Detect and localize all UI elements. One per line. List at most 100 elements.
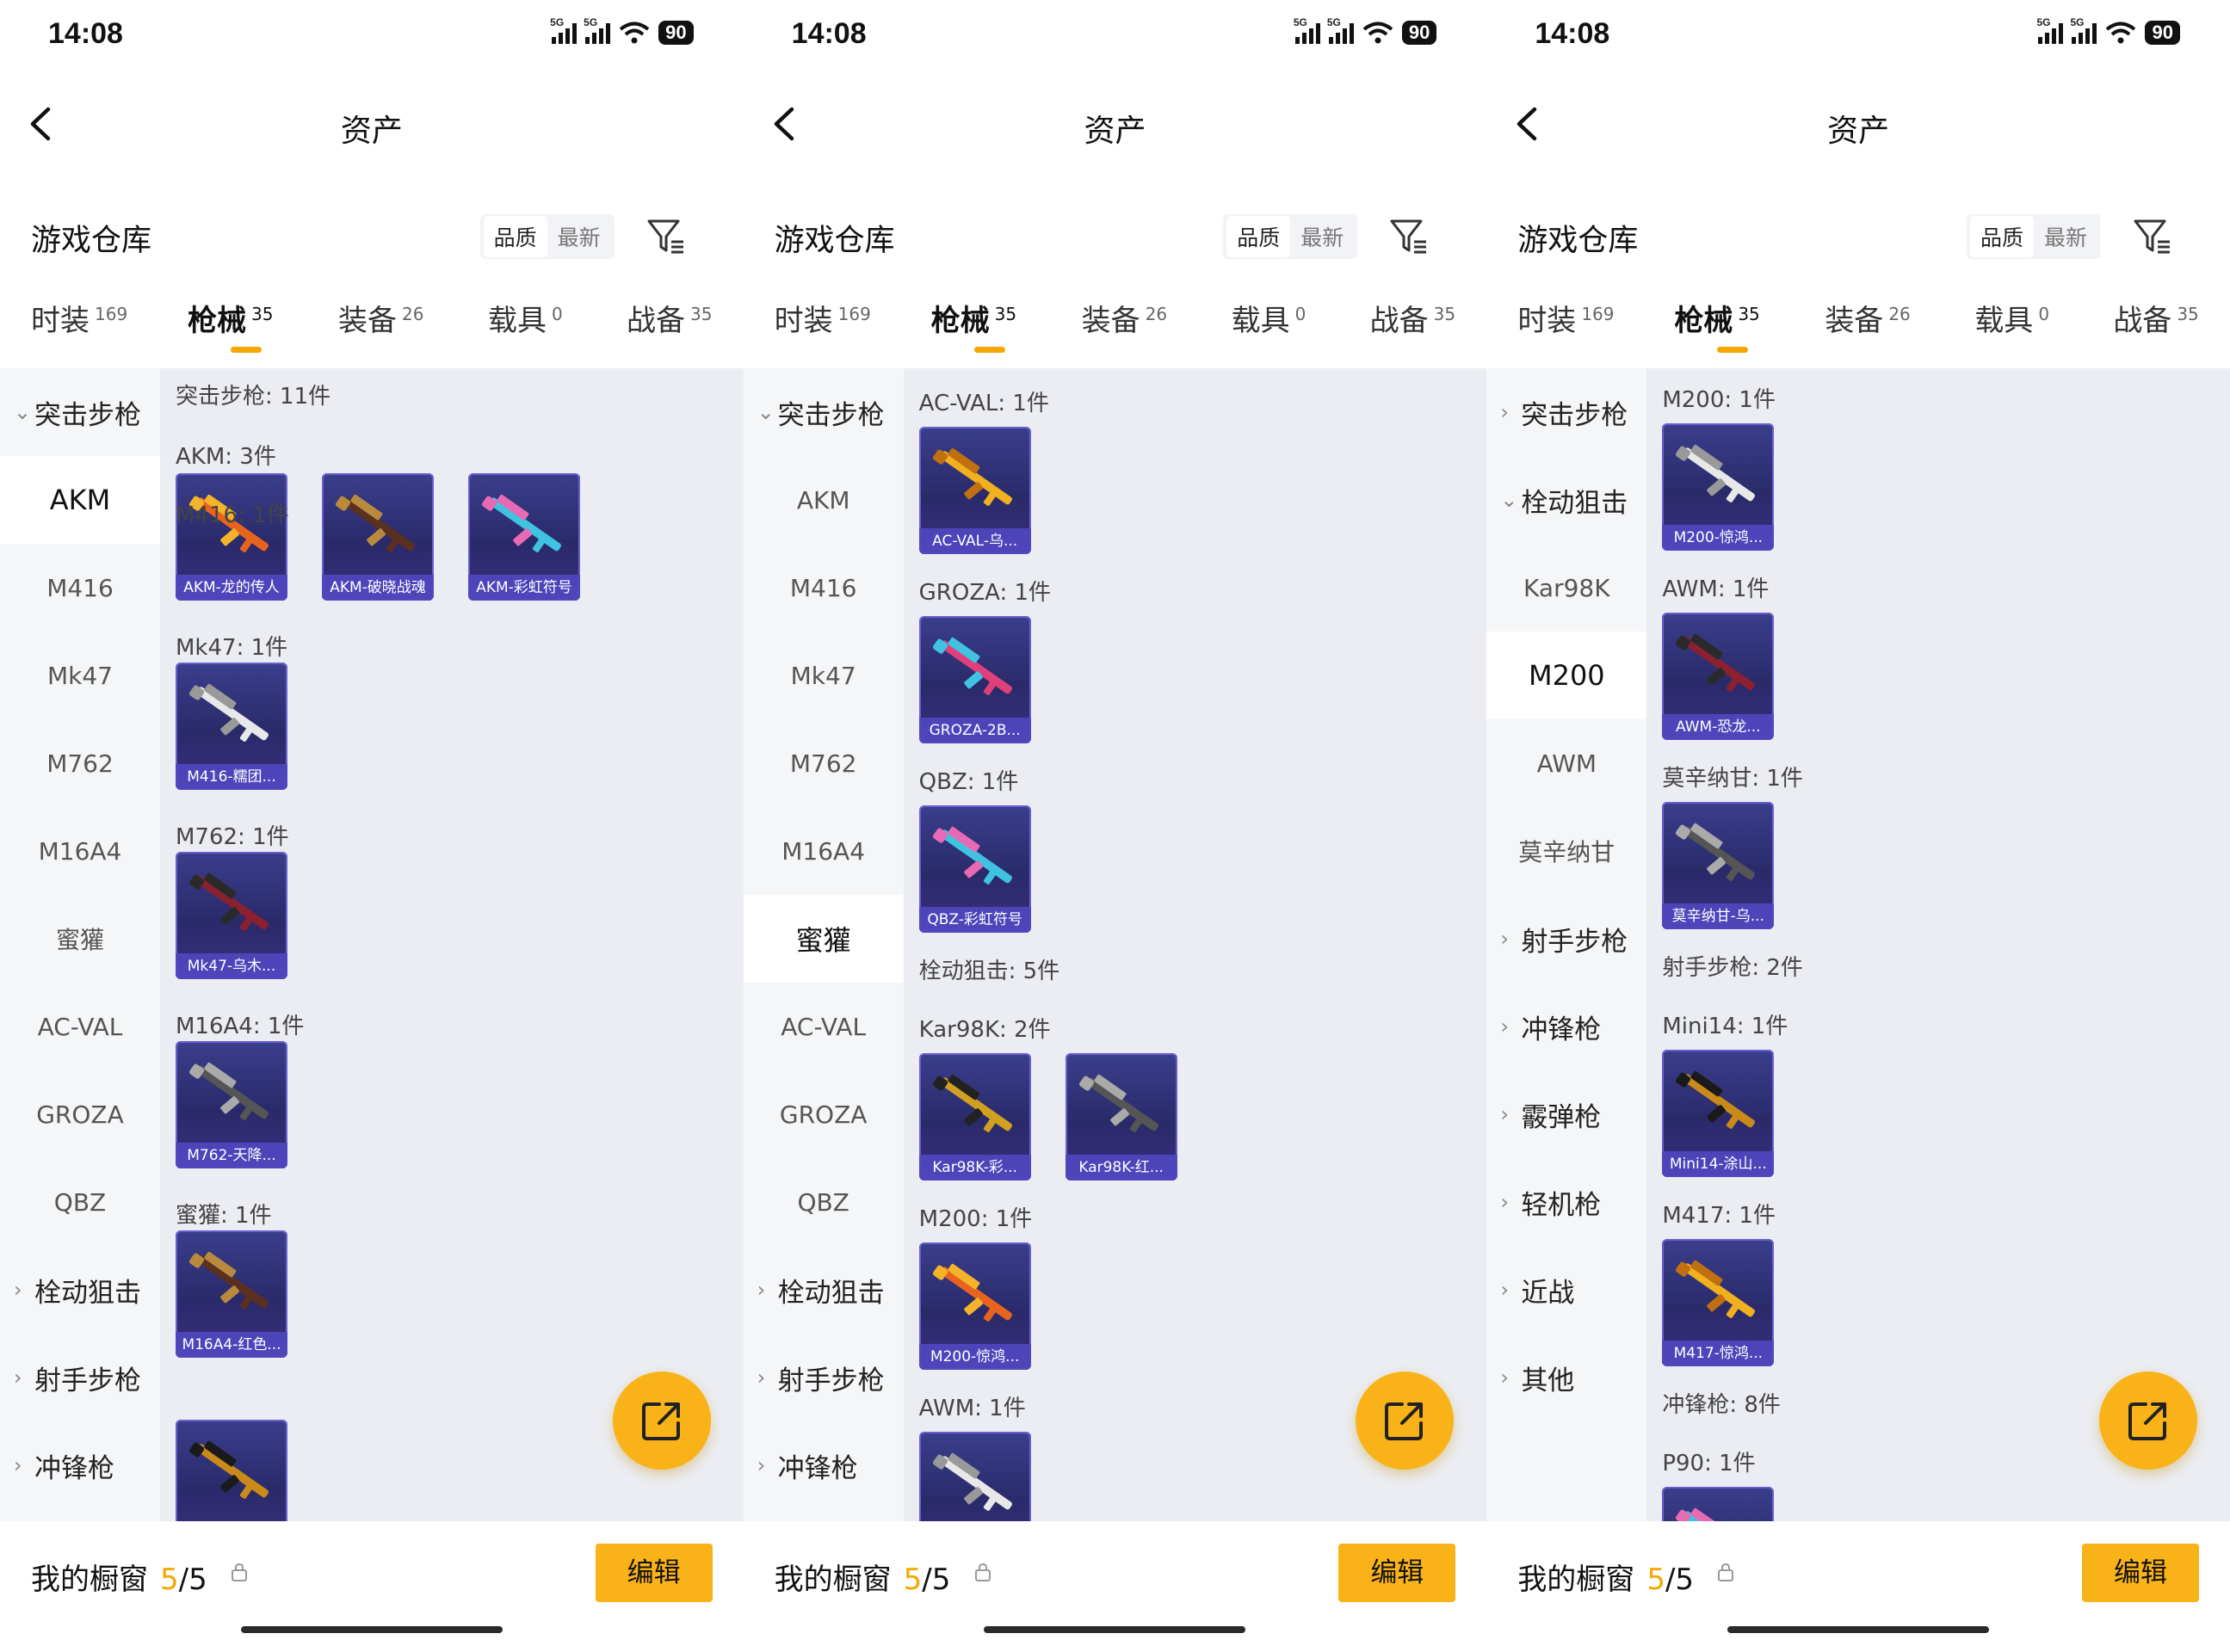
tab-2[interactable]: 装备 26	[1825, 297, 1910, 339]
sidebar-item[interactable]: M416	[744, 544, 904, 632]
sidebar-item[interactable]: M200	[1486, 632, 1647, 719]
sidebar-item[interactable]: GROZA	[0, 1070, 160, 1158]
sidebar-category[interactable]: › 近战	[1486, 1246, 1646, 1334]
tab-0[interactable]: 时装 169	[775, 297, 871, 339]
sidebar-category[interactable]: › 其他	[1486, 1334, 1646, 1421]
chevron-right-icon: ›	[1500, 1102, 1509, 1126]
tab-3[interactable]: 载具 0	[488, 297, 563, 339]
sidebar-category[interactable]: ⌄ 栓动狙击	[1486, 456, 1646, 544]
sidebar-item[interactable]: Mk47	[744, 632, 904, 719]
sidebar-item[interactable]: AC-VAL	[744, 983, 904, 1070]
home-indicator[interactable]	[1727, 1626, 1990, 1633]
tab-4[interactable]: 战备 35	[1370, 297, 1455, 339]
sidebar-category[interactable]: › 栓动狙击	[744, 1246, 904, 1334]
sidebar-label: Kar98K	[1523, 573, 1610, 602]
tab-0[interactable]: 时装 169	[1517, 297, 1614, 339]
tab-1[interactable]: 枪械 35	[188, 297, 273, 339]
sidebar-item[interactable]: Mk47	[0, 632, 160, 719]
sidebar-category[interactable]: › 霰弹枪	[1486, 1070, 1646, 1158]
sidebar-item[interactable]: M762	[744, 719, 904, 807]
edit-button[interactable]: 编辑	[1338, 1544, 1456, 1602]
weapon-card[interactable]: 莫辛纳甘-乌...	[1662, 802, 1775, 929]
edit-button[interactable]: 编辑	[2081, 1544, 2199, 1602]
weapon-card[interactable]: M16A4-红色...	[176, 1230, 287, 1358]
sidebar-item[interactable]: Kar98K	[1486, 544, 1646, 632]
weapon-card[interactable]	[918, 1432, 1031, 1521]
sidebar-item[interactable]: AC-VAL	[0, 983, 160, 1070]
tab-3[interactable]: 载具 0	[1232, 297, 1306, 339]
sidebar-label: 冲锋枪	[777, 1452, 858, 1484]
weapon-card[interactable]: AKM-破晓战魂	[322, 473, 434, 601]
sidebar-item[interactable]: 蜜獾	[743, 895, 904, 983]
sidebar-category[interactable]: › 射手步枪	[744, 1334, 904, 1421]
tab-count: 35	[1738, 304, 1760, 324]
share-button[interactable]	[612, 1372, 711, 1470]
weapon-card[interactable]	[176, 1420, 287, 1521]
tab-2[interactable]: 装备 26	[1082, 297, 1167, 339]
share-button[interactable]	[2098, 1372, 2197, 1470]
tab-1[interactable]: 枪械 35	[931, 297, 1016, 339]
share-button[interactable]	[1356, 1372, 1455, 1470]
weapon-card[interactable]: QBZ-彩虹符号	[918, 805, 1031, 933]
weapon-card[interactable]	[1662, 1487, 1775, 1521]
tab-label: 载具	[488, 304, 547, 338]
weapon-card[interactable]: Kar98K-红...	[1065, 1053, 1177, 1180]
weapon-card[interactable]: GROZA-2B...	[918, 616, 1031, 743]
weapon-card[interactable]: Kar98K-彩...	[918, 1053, 1031, 1180]
filter-icon[interactable]	[1388, 216, 1430, 257]
chevron-right-icon: ›	[757, 1278, 766, 1302]
sidebar-item[interactable]: M16A4	[744, 807, 904, 895]
weapon-card[interactable]: AKM-彩虹符号	[468, 473, 580, 601]
tab-3[interactable]: 载具 0	[1974, 297, 2049, 339]
sort-newest-button[interactable]: 最新	[2034, 216, 2097, 257]
weapon-card[interactable]: M417-惊鸿...	[1662, 1239, 1775, 1366]
sidebar-category[interactable]: › 冲锋枪	[0, 1421, 160, 1509]
weapon-card[interactable]: M762-天降...	[176, 1041, 287, 1168]
sidebar-category[interactable]: › 射手步枪	[0, 1334, 160, 1421]
weapon-card[interactable]: M200-惊鸿...	[918, 1242, 1031, 1370]
sort-newest-button[interactable]: 最新	[1290, 216, 1354, 257]
sidebar-category[interactable]: › 轻机枪	[1486, 1158, 1646, 1246]
sort-quality-button[interactable]: 品质	[1226, 216, 1291, 257]
sort-quality-button[interactable]: 品质	[1969, 216, 2034, 257]
sidebar-category[interactable]: ⌄ 突击步枪	[0, 368, 160, 456]
edit-button[interactable]: 编辑	[595, 1544, 713, 1602]
sidebar-item[interactable]: M416	[0, 544, 160, 632]
weapon-card-name: M416-糯团...	[176, 764, 287, 790]
home-indicator[interactable]	[240, 1626, 503, 1633]
sidebar-category[interactable]: › 冲锋枪	[744, 1421, 904, 1509]
sidebar-item[interactable]: AWM	[1486, 719, 1646, 807]
home-indicator[interactable]	[984, 1626, 1246, 1633]
sidebar-category[interactable]: › 栓动狙击	[0, 1246, 160, 1334]
weapon-card[interactable]: M200-惊鸿...	[1662, 423, 1775, 551]
tab-0[interactable]: 时装 169	[31, 297, 127, 339]
tab-4[interactable]: 战备 35	[2113, 297, 2198, 339]
tab-1[interactable]: 枪械 35	[1674, 297, 1759, 339]
sort-quality-button[interactable]: 品质	[483, 216, 547, 257]
sort-newest-button[interactable]: 最新	[547, 216, 611, 257]
sidebar-item[interactable]: AKM	[744, 456, 904, 544]
tab-2[interactable]: 装备 26	[338, 297, 423, 339]
filter-icon[interactable]	[2132, 216, 2173, 257]
sidebar-item[interactable]: 莫辛纳甘	[1486, 807, 1646, 895]
sidebar-category[interactable]: › 射手步枪	[1486, 895, 1646, 983]
weapon-card[interactable]: M416-糯团...	[176, 663, 287, 790]
sidebar-category[interactable]: › 突击步枪	[1486, 368, 1646, 456]
sidebar-category[interactable]: ⌄ 突击步枪	[744, 368, 904, 456]
sidebar-item[interactable]: AKM	[0, 456, 160, 544]
weapon-card-name: AWM-恐龙...	[1662, 714, 1775, 740]
tab-4[interactable]: 战备 35	[627, 297, 712, 339]
sidebar-item[interactable]: QBZ	[744, 1158, 904, 1246]
sidebar-item[interactable]: QBZ	[0, 1158, 160, 1246]
weapon-card[interactable]: Mini14-涂山...	[1662, 1050, 1775, 1177]
sidebar-item[interactable]: 蜜獾	[0, 895, 160, 983]
sidebar-category[interactable]: › 冲锋枪	[1486, 983, 1646, 1070]
weapon-card[interactable]: AWM-恐龙...	[1662, 613, 1775, 740]
sidebar-item[interactable]: GROZA	[744, 1070, 904, 1158]
weapon-card[interactable]: AC-VAL-乌...	[918, 427, 1031, 554]
weapon-card[interactable]: AKM-龙的传人	[176, 473, 287, 601]
sidebar-item[interactable]: M16A4	[0, 807, 160, 895]
sidebar-item[interactable]: M762	[0, 719, 160, 807]
weapon-card[interactable]: Mk47-乌木...	[176, 852, 287, 979]
filter-icon[interactable]	[646, 216, 687, 257]
